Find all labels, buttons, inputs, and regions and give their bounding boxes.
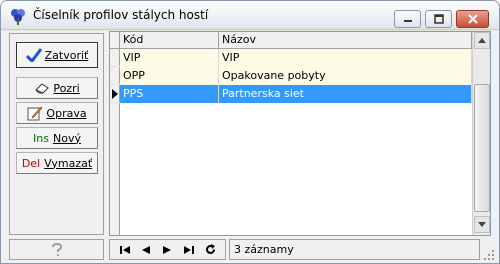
header-indicator [110, 32, 120, 49]
first-record-button[interactable] [118, 243, 132, 257]
column-header-nazov[interactable]: Názov [219, 32, 472, 49]
maximize-button[interactable] [425, 10, 452, 28]
scroll-up-icon [478, 38, 486, 43]
record-count: 3 záznamy [229, 239, 480, 260]
delete-button[interactable]: Del Vymazať [16, 152, 98, 174]
title-bar[interactable]: Číselník profilov stálych hostí [1, 1, 499, 30]
scroll-thumb[interactable] [474, 84, 490, 212]
first-record-icon [119, 245, 130, 254]
eraser-icon [34, 82, 50, 94]
resize-grip-icon[interactable] [483, 249, 495, 261]
edit-button[interactable]: Oprava [16, 102, 98, 124]
window-client: Zatvoriť Pozri Oprava Ins Nový Del Vymaz… [1, 31, 499, 263]
window-title: Číselník profilov stálych hostí [33, 8, 209, 22]
column-header-kod[interactable]: Kód [120, 32, 219, 49]
new-button[interactable]: Ins Nový [16, 127, 98, 149]
minimize-button[interactable] [394, 10, 421, 28]
pencil-icon [27, 105, 43, 121]
next-record-icon [163, 245, 172, 254]
record-navigator [109, 239, 226, 260]
scroll-down-icon [478, 222, 486, 227]
delete-button-label: Vymazať [44, 156, 93, 170]
vertical-scrollbar[interactable] [472, 32, 490, 235]
app-icon [11, 9, 25, 25]
close-button-label: Zatvoriť [44, 48, 89, 62]
del-key-label: Del [21, 156, 41, 170]
question-icon [51, 242, 62, 256]
view-button-label: Pozri [53, 81, 80, 95]
checkmark-icon [25, 48, 42, 62]
window: Číselník profilov stálych hostí Zatvoriť [0, 0, 500, 264]
table-row-selected[interactable]: PPS Partnerska siet [110, 85, 472, 103]
cell-nazov: VIP [219, 49, 472, 67]
cell-kod: VIP [120, 49, 219, 67]
current-row-indicator-icon [110, 85, 120, 103]
table-row[interactable]: OPP Opakovane pobyty [110, 67, 472, 85]
refresh-button[interactable] [203, 243, 217, 257]
next-record-button[interactable] [160, 243, 174, 257]
last-record-icon [183, 245, 194, 254]
data-grid[interactable]: Kód Názov VIP VIP OPP Opakovane pobyty P… [109, 31, 491, 236]
scroll-up-button[interactable] [474, 32, 490, 49]
status-bar: 3 záznamy [1, 237, 499, 263]
grid-header: Kód Názov [110, 32, 472, 49]
help-panel[interactable] [9, 239, 104, 260]
cell-nazov: Partnerska siet [219, 85, 472, 103]
cell-nazov: Opakovane pobyty [219, 67, 472, 85]
new-button-label: Nový [52, 131, 81, 145]
action-toolbar: Zatvoriť Pozri Oprava Ins Nový Del Vymaz… [9, 33, 104, 235]
scroll-down-button[interactable] [474, 216, 490, 233]
cell-kod: PPS [120, 85, 219, 103]
table-row[interactable]: VIP VIP [110, 49, 472, 67]
cell-kod: OPP [120, 67, 219, 85]
minimize-icon [403, 20, 412, 22]
close-button[interactable]: Zatvoriť [16, 42, 98, 68]
close-window-button[interactable] [456, 10, 489, 28]
last-record-button[interactable] [182, 243, 196, 257]
prev-record-icon [142, 245, 151, 254]
ins-key-label: Ins [33, 131, 49, 145]
refresh-icon [205, 244, 215, 254]
view-button[interactable]: Pozri [16, 77, 98, 99]
prev-record-button[interactable] [139, 243, 153, 257]
close-icon [467, 14, 478, 24]
edit-button-label: Oprava [46, 106, 87, 120]
maximize-icon [433, 14, 444, 24]
